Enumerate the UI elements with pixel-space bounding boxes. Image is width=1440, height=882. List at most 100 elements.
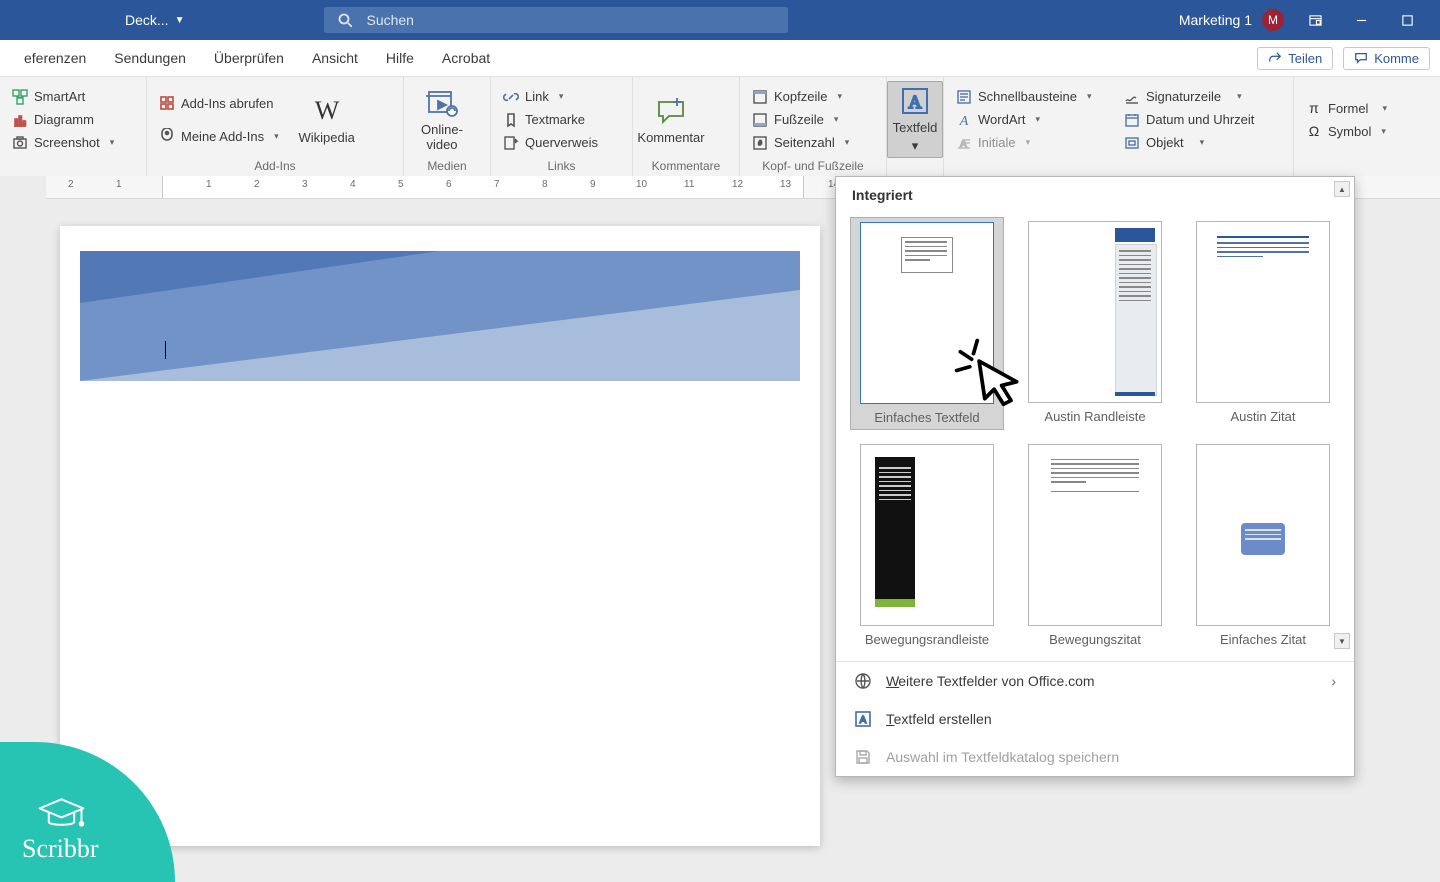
get-addins-button[interactable]: Add-Ins abrufen	[155, 93, 283, 113]
textfeld-label: Textfeld	[893, 120, 938, 135]
document-title[interactable]: Deck... ▼	[125, 12, 184, 28]
svg-text:π: π	[1309, 100, 1319, 116]
smartart-label: SmartArt	[34, 89, 85, 104]
caret-down-icon: ▾	[559, 91, 564, 102]
kommentar-label: Kommentar	[637, 130, 704, 145]
formel-label: Formel	[1328, 101, 1368, 116]
kopfzeile-label: Kopfzeile	[774, 89, 827, 104]
textfeld-button[interactable]: A Textfeld ▾	[887, 81, 943, 158]
gallery-item-label: Austin Zitat	[1230, 409, 1295, 424]
screenshot-label: Screenshot	[34, 135, 100, 150]
initiale-button[interactable]: AInitiale▾	[952, 133, 1096, 153]
share-label: Teilen	[1288, 51, 1322, 66]
get-addins-label: Add-Ins abrufen	[181, 96, 274, 111]
title-bar: Deck... ▼ Suchen Marketing 1 M	[0, 0, 1440, 40]
kopfzeile-button[interactable]: Kopfzeile ▾	[748, 87, 853, 107]
svg-text:A: A	[909, 92, 922, 112]
ribbon-tabs: eferenzen Sendungen Überprüfen Ansicht H…	[0, 40, 1440, 77]
text-cursor	[165, 341, 166, 359]
tab-ueberpruefen[interactable]: Überprüfen	[200, 42, 298, 74]
thumbnail	[1028, 221, 1162, 403]
group-title-kopf: Kopf- und Fußzeile	[748, 159, 878, 175]
gallery-footer: Weitere Textfelder von Office.com › ATex…	[836, 661, 1354, 776]
thumbnail	[1028, 444, 1162, 626]
gallery-item-label: Einfaches Zitat	[1220, 632, 1306, 647]
formel-button[interactable]: π Formel ▾	[1302, 98, 1391, 118]
search-icon	[338, 13, 352, 27]
screenshot-button[interactable]: Screenshot▾	[8, 133, 118, 153]
datum-uhrzeit-button[interactable]: Datum und Uhrzeit	[1120, 110, 1258, 130]
link-button[interactable]: Link ▾	[499, 87, 602, 107]
scroll-up-button[interactable]: ▲	[1334, 181, 1350, 197]
graduation-cap-icon	[34, 792, 89, 832]
more-textboxes-button[interactable]: Weitere Textfelder von Office.com ›	[836, 662, 1354, 700]
search-box[interactable]: Suchen	[324, 7, 788, 33]
fusszeile-label: Fußzeile	[774, 112, 824, 127]
textfeld-gallery-dropdown: ▲ Integriert Einfaches Textfeld Austin R…	[835, 176, 1355, 777]
gallery-item-austin-zitat[interactable]: Austin Zitat	[1186, 217, 1340, 430]
display-options-button[interactable]	[1300, 5, 1330, 35]
group-title-datetime	[1120, 159, 1285, 175]
caret-down-icon: ▾	[1381, 126, 1386, 137]
tab-sendungen[interactable]: Sendungen	[100, 42, 200, 74]
objekt-button[interactable]: Objekt▾	[1120, 133, 1258, 153]
signaturzeile-button[interactable]: Signaturzeile ▾	[1120, 87, 1258, 107]
wikipedia-button[interactable]: WWikipedia	[297, 95, 357, 145]
comments-button[interactable]: Komme	[1343, 47, 1430, 70]
caret-down-icon: ▾	[1237, 91, 1242, 102]
group-title-links: Links	[499, 159, 624, 175]
schnellbausteine-button[interactable]: Schnellbausteine▾	[952, 87, 1096, 107]
gallery-item-bewegungsrandleiste[interactable]: Bewegungsrandleiste	[850, 440, 1004, 651]
scroll-down-button[interactable]: ▼	[1334, 633, 1350, 649]
draw-textbox-button[interactable]: ATextfeld erstellen	[836, 700, 1354, 738]
group-title-illustr	[8, 159, 138, 175]
account-info[interactable]: Marketing 1 M	[1179, 9, 1284, 31]
querverweis-button[interactable]: Querverweis	[499, 133, 602, 153]
gallery-item-austin-randleiste[interactable]: Austin Randleiste	[1018, 217, 1172, 430]
tab-ansicht[interactable]: Ansicht	[298, 42, 372, 74]
thumbnail	[1196, 444, 1330, 626]
gallery-item-einfaches-textfeld[interactable]: Einfaches Textfeld	[850, 217, 1004, 430]
gallery-item-bewegungszitat[interactable]: Bewegungszitat	[1018, 440, 1172, 651]
save-selection-label: Auswahl im Textfeldkatalog speichern	[886, 749, 1119, 765]
document-page[interactable]	[60, 226, 820, 846]
schnellbausteine-label: Schnellbausteine	[978, 89, 1077, 104]
my-addins-button[interactable]: Meine Add-Ins ▾	[155, 126, 283, 146]
link-label: Link	[525, 89, 549, 104]
diagramm-button[interactable]: Diagramm	[8, 110, 118, 130]
caret-down-icon: ▾	[837, 91, 842, 102]
tab-hilfe[interactable]: Hilfe	[372, 42, 428, 74]
caret-down-icon: ▾	[274, 131, 279, 142]
maximize-button[interactable]	[1392, 5, 1422, 35]
textmarke-button[interactable]: Textmarke	[499, 110, 602, 130]
wordart-button[interactable]: AWordArt▾	[952, 110, 1096, 130]
seitenzahl-button[interactable]: #Seitenzahl▾	[748, 133, 853, 153]
caret-down-icon: ▾	[1382, 103, 1387, 114]
online-video-button[interactable]: Online- video	[412, 87, 472, 152]
scribbr-label: Scribbr	[22, 834, 99, 864]
caret-down-icon: ▾	[834, 114, 839, 125]
minimize-button[interactable]	[1346, 5, 1376, 35]
fusszeile-button[interactable]: Fußzeile ▾	[748, 110, 853, 130]
share-button[interactable]: Teilen	[1257, 47, 1333, 70]
textmarke-label: Textmarke	[525, 112, 585, 127]
cursor-indicator-icon	[951, 333, 1026, 411]
online-video-label: Online- video	[421, 122, 463, 152]
draw-textbox-label: extfeld erstellen	[894, 711, 992, 727]
caret-down-icon: ▾	[912, 138, 919, 154]
my-addins-label: Meine Add-Ins	[181, 129, 264, 144]
svg-text:W: W	[314, 96, 339, 125]
caret-down-icon: ▾	[1200, 137, 1205, 148]
comments-label: Komme	[1374, 51, 1419, 66]
kommentar-button[interactable]: Kommentar	[641, 95, 701, 145]
svg-text:Ω: Ω	[1309, 123, 1319, 139]
tab-referenzen[interactable]: eferenzen	[10, 42, 100, 74]
group-title-addins: Add-Ins	[155, 159, 395, 175]
title-bar-right: Marketing 1 M	[1179, 5, 1440, 35]
gallery-item-einfaches-zitat[interactable]: Einfaches Zitat	[1186, 440, 1340, 651]
caret-down-icon: ▾	[1026, 137, 1031, 148]
tab-acrobat[interactable]: Acrobat	[428, 42, 504, 74]
signaturzeile-label: Signaturzeile	[1146, 89, 1221, 104]
smartart-button[interactable]: SmartArt	[8, 87, 118, 107]
symbol-button[interactable]: ΩSymbol▾	[1302, 121, 1391, 141]
